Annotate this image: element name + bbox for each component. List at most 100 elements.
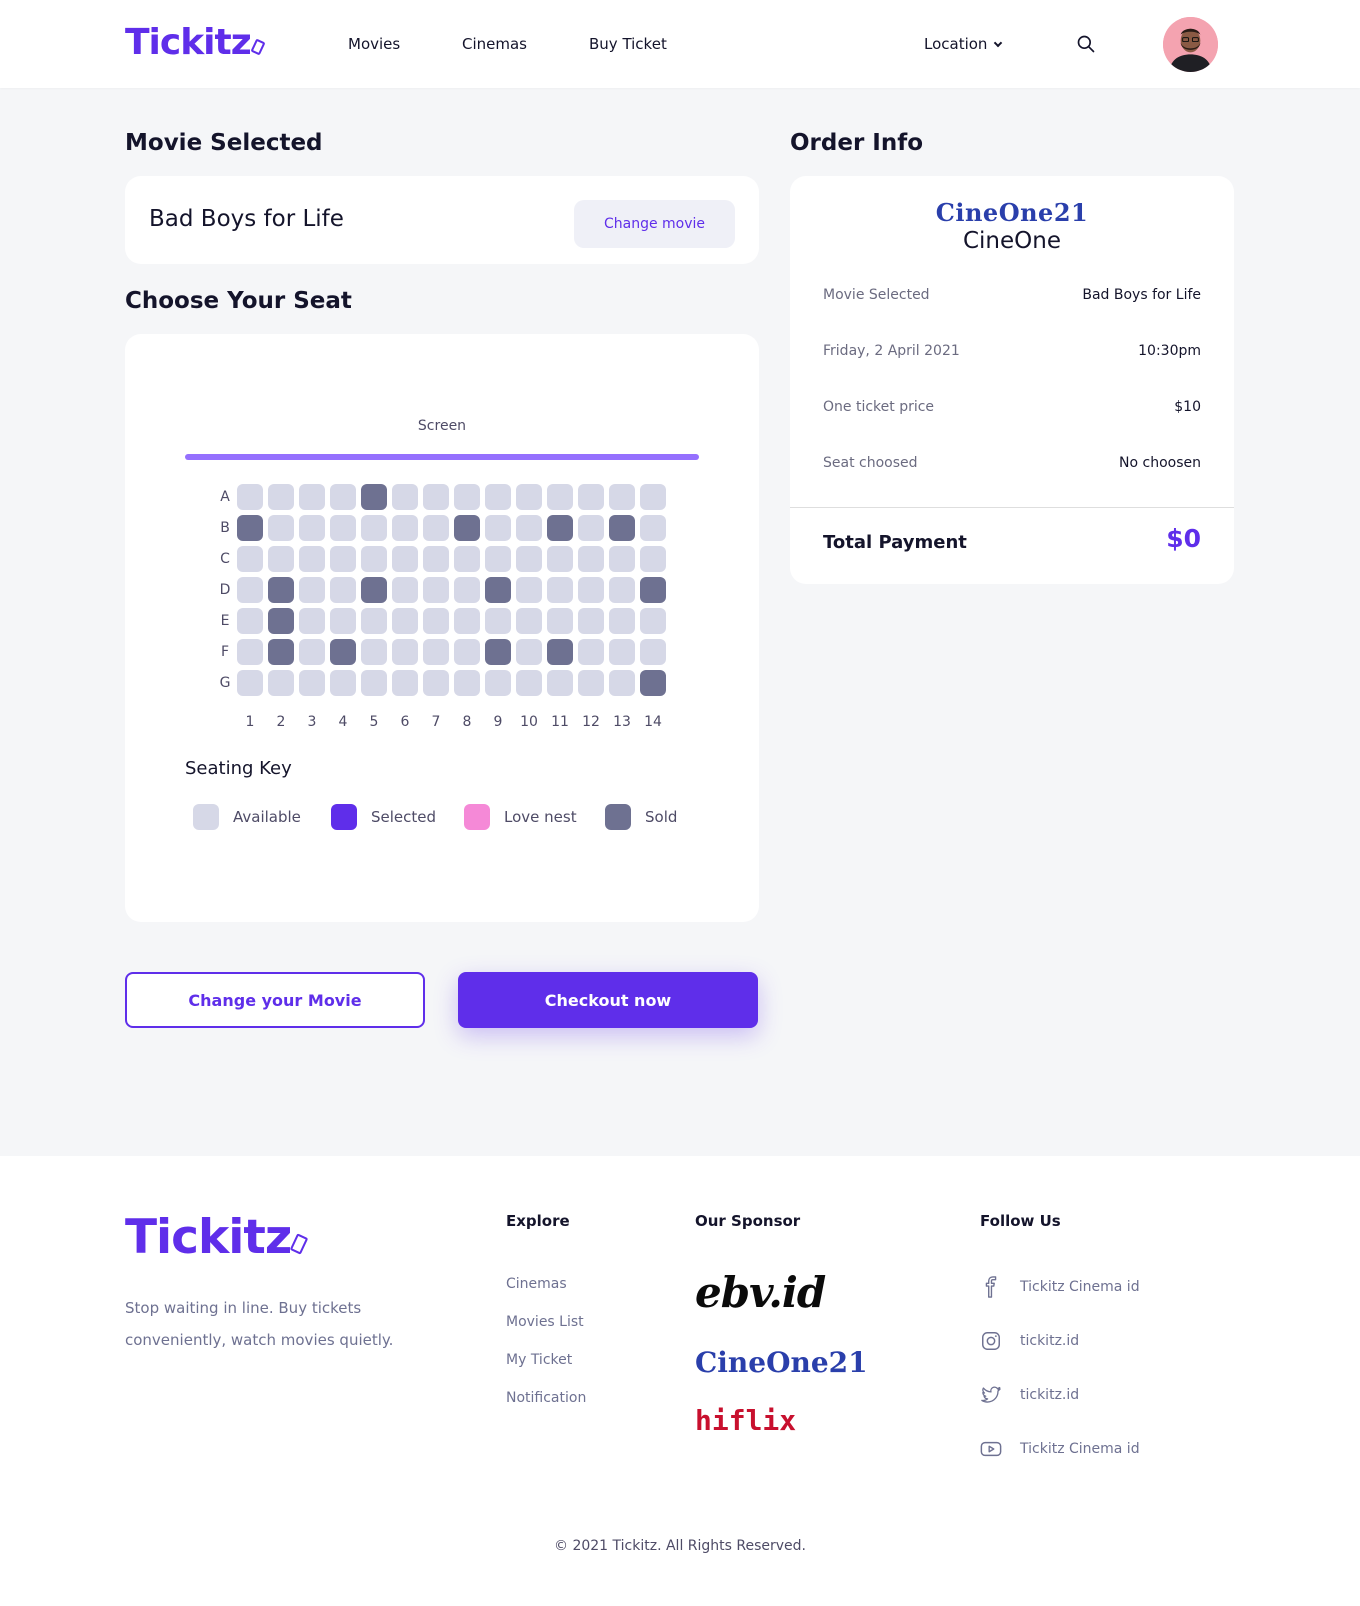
seat-a11[interactable] — [547, 484, 573, 510]
seat-e14[interactable] — [640, 608, 666, 634]
seat-b14[interactable] — [640, 515, 666, 541]
seat-d6[interactable] — [392, 577, 418, 603]
seat-g1[interactable] — [237, 670, 263, 696]
seat-e10[interactable] — [516, 608, 542, 634]
nav-movies[interactable]: Movies — [348, 35, 400, 53]
seat-c2[interactable] — [268, 546, 294, 572]
seat-f7[interactable] — [423, 639, 449, 665]
location-dropdown[interactable]: Location — [924, 35, 1003, 53]
change-your-movie-button[interactable]: Change your Movie — [125, 972, 425, 1028]
seat-e9[interactable] — [485, 608, 511, 634]
seat-g13[interactable] — [609, 670, 635, 696]
seat-g3[interactable] — [299, 670, 325, 696]
seat-c8[interactable] — [454, 546, 480, 572]
seat-c14[interactable] — [640, 546, 666, 572]
seat-f1[interactable] — [237, 639, 263, 665]
seat-e6[interactable] — [392, 608, 418, 634]
seat-f6[interactable] — [392, 639, 418, 665]
seat-e13[interactable] — [609, 608, 635, 634]
seat-a7[interactable] — [423, 484, 449, 510]
seat-e1[interactable] — [237, 608, 263, 634]
seat-d7[interactable] — [423, 577, 449, 603]
seat-d8[interactable] — [454, 577, 480, 603]
seat-d3[interactable] — [299, 577, 325, 603]
sponsor-ebv-logo[interactable]: ebv.id — [695, 1268, 826, 1317]
seat-d12[interactable] — [578, 577, 604, 603]
seat-c11[interactable] — [547, 546, 573, 572]
footer-link-cinemas[interactable]: Cinemas — [506, 1276, 567, 1292]
seat-a2[interactable] — [268, 484, 294, 510]
seat-d1[interactable] — [237, 577, 263, 603]
seat-a12[interactable] — [578, 484, 604, 510]
checkout-now-button[interactable]: Checkout now — [458, 972, 758, 1028]
tickitz-logo[interactable]: Tickitz — [125, 22, 266, 63]
seat-a9[interactable] — [485, 484, 511, 510]
seat-e7[interactable] — [423, 608, 449, 634]
seat-a4[interactable] — [330, 484, 356, 510]
seat-c4[interactable] — [330, 546, 356, 572]
seat-c9[interactable] — [485, 546, 511, 572]
seat-c7[interactable] — [423, 546, 449, 572]
seat-d13[interactable] — [609, 577, 635, 603]
seat-d11[interactable] — [547, 577, 573, 603]
seat-g9[interactable] — [485, 670, 511, 696]
seat-c13[interactable] — [609, 546, 635, 572]
nav-cinemas[interactable]: Cinemas — [462, 35, 527, 53]
search-icon[interactable] — [1076, 34, 1096, 54]
seat-b5[interactable] — [361, 515, 387, 541]
seat-d10[interactable] — [516, 577, 542, 603]
sponsor-cineone-logo[interactable]: CineOne21 — [695, 1346, 868, 1379]
seat-b10[interactable] — [516, 515, 542, 541]
seat-b7[interactable] — [423, 515, 449, 541]
seat-f8[interactable] — [454, 639, 480, 665]
seat-f3[interactable] — [299, 639, 325, 665]
seat-e5[interactable] — [361, 608, 387, 634]
seat-b4[interactable] — [330, 515, 356, 541]
seat-g2[interactable] — [268, 670, 294, 696]
seat-a1[interactable] — [237, 484, 263, 510]
footer-logo[interactable]: Tickitz — [125, 1210, 309, 1265]
seat-f12[interactable] — [578, 639, 604, 665]
seat-c6[interactable] — [392, 546, 418, 572]
seat-a14[interactable] — [640, 484, 666, 510]
seat-c3[interactable] — [299, 546, 325, 572]
user-avatar[interactable] — [1163, 17, 1218, 72]
social-instagram[interactable]: tickitz.id — [980, 1330, 1079, 1352]
seat-f13[interactable] — [609, 639, 635, 665]
seat-e11[interactable] — [547, 608, 573, 634]
seat-f14[interactable] — [640, 639, 666, 665]
seat-g7[interactable] — [423, 670, 449, 696]
seat-c5[interactable] — [361, 546, 387, 572]
seat-e12[interactable] — [578, 608, 604, 634]
social-twitter[interactable]: tickitz.id — [980, 1384, 1079, 1406]
seat-c1[interactable] — [237, 546, 263, 572]
seat-b2[interactable] — [268, 515, 294, 541]
seat-g11[interactable] — [547, 670, 573, 696]
seat-a8[interactable] — [454, 484, 480, 510]
seat-b9[interactable] — [485, 515, 511, 541]
nav-buy-ticket[interactable]: Buy Ticket — [589, 35, 667, 53]
seat-b3[interactable] — [299, 515, 325, 541]
seat-b6[interactable] — [392, 515, 418, 541]
seat-g12[interactable] — [578, 670, 604, 696]
seat-b12[interactable] — [578, 515, 604, 541]
seat-e8[interactable] — [454, 608, 480, 634]
change-movie-button[interactable]: Change movie — [574, 200, 735, 248]
seat-d4[interactable] — [330, 577, 356, 603]
sponsor-hiflix-logo[interactable]: hiflix — [695, 1404, 796, 1437]
seat-c12[interactable] — [578, 546, 604, 572]
seat-g10[interactable] — [516, 670, 542, 696]
seat-f10[interactable] — [516, 639, 542, 665]
seat-e4[interactable] — [330, 608, 356, 634]
seat-g8[interactable] — [454, 670, 480, 696]
seat-e3[interactable] — [299, 608, 325, 634]
social-facebook[interactable]: Tickitz Cinema id — [980, 1276, 1140, 1298]
seat-c10[interactable] — [516, 546, 542, 572]
footer-link-notification[interactable]: Notification — [506, 1390, 586, 1406]
seat-g4[interactable] — [330, 670, 356, 696]
seat-a13[interactable] — [609, 484, 635, 510]
seat-a3[interactable] — [299, 484, 325, 510]
seat-a6[interactable] — [392, 484, 418, 510]
seat-a10[interactable] — [516, 484, 542, 510]
social-youtube[interactable]: Tickitz Cinema id — [980, 1438, 1140, 1460]
